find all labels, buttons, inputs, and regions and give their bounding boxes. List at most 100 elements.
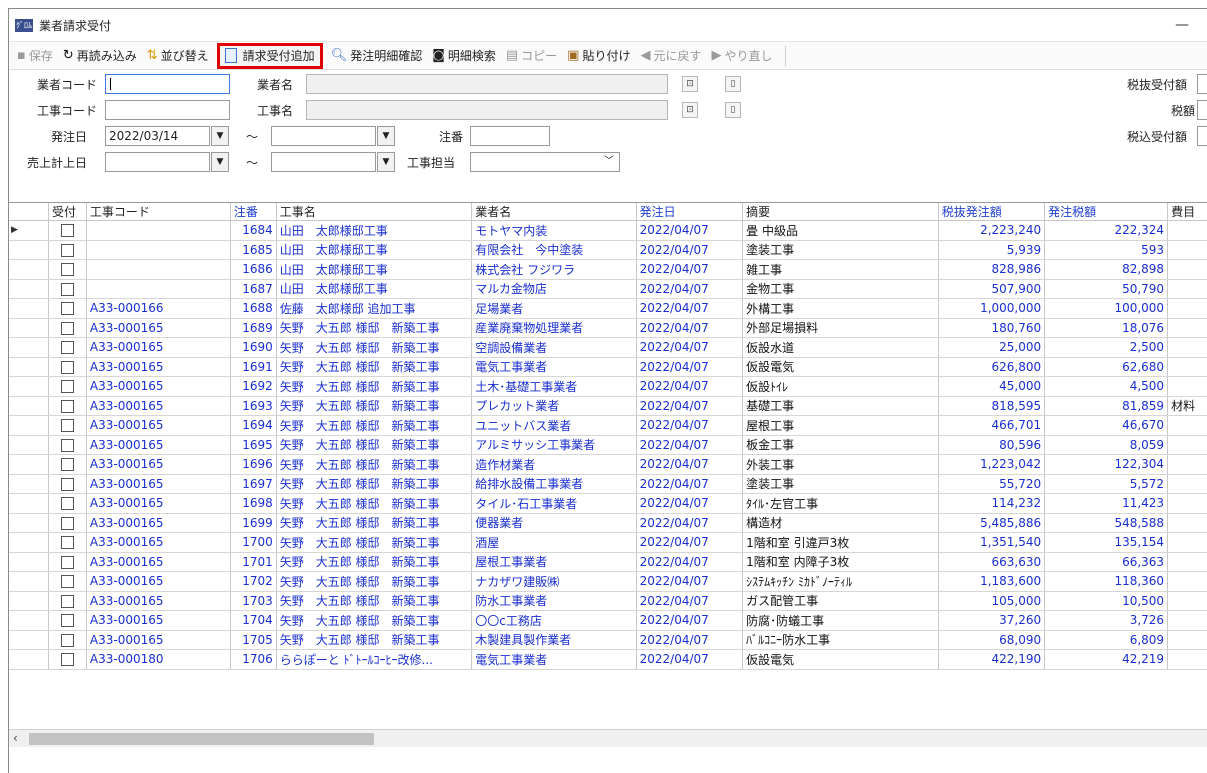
construction-name-cell[interactable]: 矢野 大五郎 様邸 新築工事 bbox=[276, 337, 473, 358]
construction-name-cell[interactable]: ららぽーと ﾄﾞﾄｰﾙｺｰﾋｰ改修... bbox=[276, 649, 473, 670]
vendor-name-cell[interactable]: アルミサッシ工事業者 bbox=[471, 435, 637, 455]
tax-amount-cell[interactable]: 222,324 bbox=[1044, 220, 1169, 241]
reload-button[interactable]: ↻ 再読み込み bbox=[61, 45, 139, 67]
row-selector[interactable] bbox=[9, 279, 50, 299]
order-no-cell[interactable]: 1689 bbox=[230, 318, 277, 338]
table-row[interactable]: A33-000165 1704 矢野 大五郎 様邸 新築工事 〇〇c工務店 2022/0… bbox=[9, 610, 1207, 631]
table-row[interactable]: A33-000165 1689 矢野 大五郎 様邸 新築工事 産業廃棄物処理業者 202… bbox=[9, 318, 1207, 338]
construction-code-cell[interactable]: A33-000165 bbox=[86, 318, 231, 338]
construction-code-cell[interactable]: A33-000165 bbox=[86, 552, 231, 572]
pre-tax-amount-cell[interactable]: 180,760 bbox=[938, 318, 1046, 338]
category-cell[interactable] bbox=[1167, 318, 1207, 338]
received-checkbox[interactable] bbox=[60, 380, 74, 394]
table-row[interactable]: A33-000165 1703 矢野 大五郎 様邸 新築工事 防水工事業者 2022/0… bbox=[9, 591, 1207, 611]
column-header[interactable]: 摘要 bbox=[742, 203, 939, 221]
row-selector[interactable] bbox=[9, 513, 50, 533]
row-selector[interactable] bbox=[9, 552, 50, 572]
order-no-cell[interactable]: 1693 bbox=[230, 396, 277, 416]
tax-amount-cell[interactable]: 42,219 bbox=[1044, 649, 1169, 670]
category-cell[interactable] bbox=[1167, 298, 1207, 319]
order-no-cell[interactable]: 1688 bbox=[230, 298, 277, 319]
table-row[interactable]: A33-000165 1694 矢野 大五郎 様邸 新築工事 ユニットバス業者 2022… bbox=[9, 415, 1207, 436]
vendor-name-cell[interactable]: 土木･基礎工事業者 bbox=[471, 376, 637, 397]
order-no-cell[interactable]: 1685 bbox=[230, 240, 277, 260]
vendor-name-cell[interactable]: 給排水設備工事業者 bbox=[471, 474, 637, 494]
column-header[interactable]: 費目 bbox=[1167, 203, 1207, 221]
category-cell[interactable] bbox=[1167, 649, 1207, 670]
construction-code-cell[interactable]: A33-000165 bbox=[86, 513, 231, 533]
vendor-name-cell[interactable]: モトヤマ内装 bbox=[471, 220, 637, 241]
row-selector[interactable] bbox=[9, 493, 50, 514]
tax-amount-cell[interactable]: 5,572 bbox=[1044, 474, 1169, 494]
order-date-cell[interactable]: 2022/04/07 bbox=[636, 220, 744, 241]
construction-code-cell[interactable]: A33-000165 bbox=[86, 474, 231, 494]
pre-tax-amount-cell[interactable]: 663,630 bbox=[938, 552, 1046, 572]
tax-amount-cell[interactable]: 82,898 bbox=[1044, 259, 1169, 280]
construction-code-cell[interactable]: A33-000165 bbox=[86, 396, 231, 416]
received-checkbox[interactable] bbox=[60, 555, 74, 569]
pre-tax-amount-cell[interactable]: 45,000 bbox=[938, 376, 1046, 397]
category-cell[interactable] bbox=[1167, 454, 1207, 475]
order-no-cell[interactable]: 1704 bbox=[230, 610, 277, 631]
order-no-cell[interactable]: 1705 bbox=[230, 630, 277, 650]
order-date-cell[interactable]: 2022/04/07 bbox=[636, 513, 744, 533]
construction-name-cell[interactable]: 山田 太郎様邸工事 bbox=[276, 259, 473, 280]
construction-name-cell[interactable]: 矢野 大五郎 様邸 新築工事 bbox=[276, 493, 473, 514]
construction-code-cell[interactable] bbox=[86, 279, 231, 299]
received-checkbox[interactable] bbox=[60, 633, 74, 647]
tax-amount-cell[interactable]: 135,154 bbox=[1044, 532, 1169, 553]
vendor-name-cell[interactable]: 株式会社 フジワラ bbox=[471, 259, 637, 280]
order-date-cell[interactable]: 2022/04/07 bbox=[636, 474, 744, 494]
order-date-cell[interactable]: 2022/04/07 bbox=[636, 415, 744, 436]
memo-cell[interactable]: 雑工事 bbox=[742, 259, 939, 280]
construction-name-cell[interactable]: 矢野 大五郎 様邸 新築工事 bbox=[276, 591, 473, 611]
construction-code-cell[interactable]: A33-000165 bbox=[86, 532, 231, 553]
vendor-name-input[interactable] bbox=[306, 74, 668, 94]
row-selector[interactable] bbox=[9, 298, 50, 319]
category-cell[interactable] bbox=[1167, 532, 1207, 553]
memo-cell[interactable]: 基礎工事 bbox=[742, 396, 939, 416]
category-cell[interactable] bbox=[1167, 279, 1207, 299]
construction-code-cell[interactable]: A33-000165 bbox=[86, 493, 231, 514]
memo-cell[interactable]: 畳 中級品 bbox=[742, 220, 939, 241]
received-checkbox[interactable] bbox=[60, 497, 74, 511]
vendor-name-cell[interactable]: 屋根工事業者 bbox=[471, 552, 637, 572]
table-row[interactable]: A33-000165 1700 矢野 大五郎 様邸 新築工事 酒屋 2022/04/07… bbox=[9, 532, 1207, 553]
order-date-cell[interactable]: 2022/04/07 bbox=[636, 610, 744, 631]
received-checkbox[interactable] bbox=[60, 458, 74, 472]
table-row[interactable]: A33-000166 1688 佐藤 太郎様邸 追加工事 足場業者 2022/04/07… bbox=[9, 298, 1207, 319]
vendor-name-cell[interactable]: 酒屋 bbox=[471, 532, 637, 553]
category-cell[interactable] bbox=[1167, 571, 1207, 592]
category-cell[interactable] bbox=[1167, 220, 1207, 241]
vendor-name-cell[interactable]: ユニットバス業者 bbox=[471, 415, 637, 436]
category-cell[interactable] bbox=[1167, 493, 1207, 514]
category-cell[interactable] bbox=[1167, 240, 1207, 260]
category-cell[interactable] bbox=[1167, 610, 1207, 631]
order-date-cell[interactable]: 2022/04/07 bbox=[636, 649, 744, 670]
category-cell[interactable]: 材料 bbox=[1167, 396, 1207, 416]
table-row[interactable]: 1685 山田 太郎様邸工事 有限会社 今中塗装 2022/04/07 塗装工事 5,93… bbox=[9, 240, 1207, 260]
construction-code-cell[interactable]: A33-000165 bbox=[86, 591, 231, 611]
construction-name-cell[interactable]: 矢野 大五郎 様邸 新築工事 bbox=[276, 630, 473, 650]
pre-tax-amount-cell[interactable]: 1,000,000 bbox=[938, 298, 1046, 319]
construction-name-cell[interactable]: 矢野 大五郎 様邸 新築工事 bbox=[276, 454, 473, 475]
pre-tax-amount-cell[interactable]: 5,485,886 bbox=[938, 513, 1046, 533]
vendor-name-cell[interactable]: 空調設備業者 bbox=[471, 337, 637, 358]
memo-cell[interactable]: 外構工事 bbox=[742, 298, 939, 319]
row-selector[interactable] bbox=[9, 591, 50, 611]
order-date-cell[interactable]: 2022/04/07 bbox=[636, 454, 744, 475]
memo-cell[interactable]: 外装工事 bbox=[742, 454, 939, 475]
memo-cell[interactable]: 仮設水道 bbox=[742, 337, 939, 358]
order-no-cell[interactable]: 1690 bbox=[230, 337, 277, 358]
order-date-cell[interactable]: 2022/04/07 bbox=[636, 376, 744, 397]
vendor-name-cell[interactable]: ナカザワ建販㈱ bbox=[471, 571, 637, 592]
vendor-name-cell[interactable]: プレカット業者 bbox=[471, 396, 637, 416]
construction-code-cell[interactable]: A33-000166 bbox=[86, 298, 231, 319]
received-checkbox[interactable] bbox=[60, 438, 74, 452]
scroll-left-icon[interactable]: ‹ bbox=[13, 731, 18, 745]
construction-name-cell[interactable]: 矢野 大五郎 様邸 新築工事 bbox=[276, 513, 473, 533]
table-row[interactable]: A33-000165 1697 矢野 大五郎 様邸 新築工事 給排水設備工事業者 202… bbox=[9, 474, 1207, 494]
order-no-cell[interactable]: 1692 bbox=[230, 376, 277, 397]
order-no-cell[interactable]: 1702 bbox=[230, 571, 277, 592]
memo-cell[interactable]: ﾀｲﾙ･左官工事 bbox=[742, 493, 939, 514]
